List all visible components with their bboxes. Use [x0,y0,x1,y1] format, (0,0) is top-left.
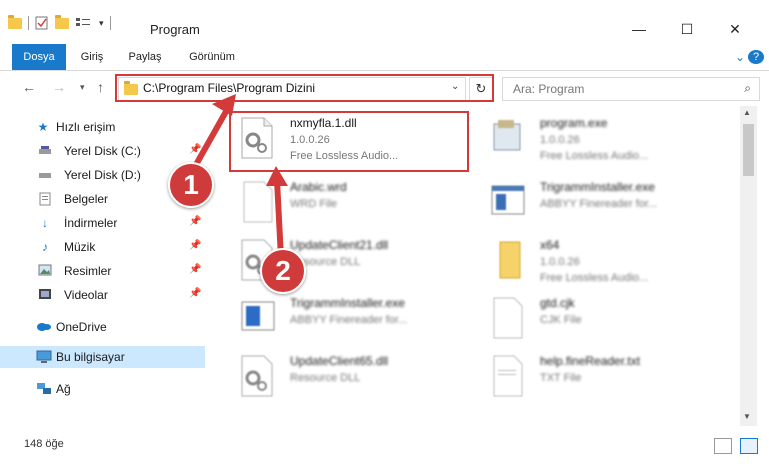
callout-step-1: 1 [168,162,214,208]
status-bar: 148 öğe [0,430,769,464]
scroll-down-icon[interactable]: ▼ [743,412,751,421]
callout-step-2: 2 [260,248,306,294]
vertical-scrollbar[interactable]: ▲ ▼ [740,106,757,426]
scroll-thumb[interactable] [743,124,754,176]
details-view-icon[interactable] [714,438,732,454]
large-icons-view-icon[interactable] [740,438,758,454]
item-count: 148 öğe [24,438,64,450]
annotation-arrows [190,94,288,261]
scroll-up-icon[interactable]: ▲ [743,108,751,117]
